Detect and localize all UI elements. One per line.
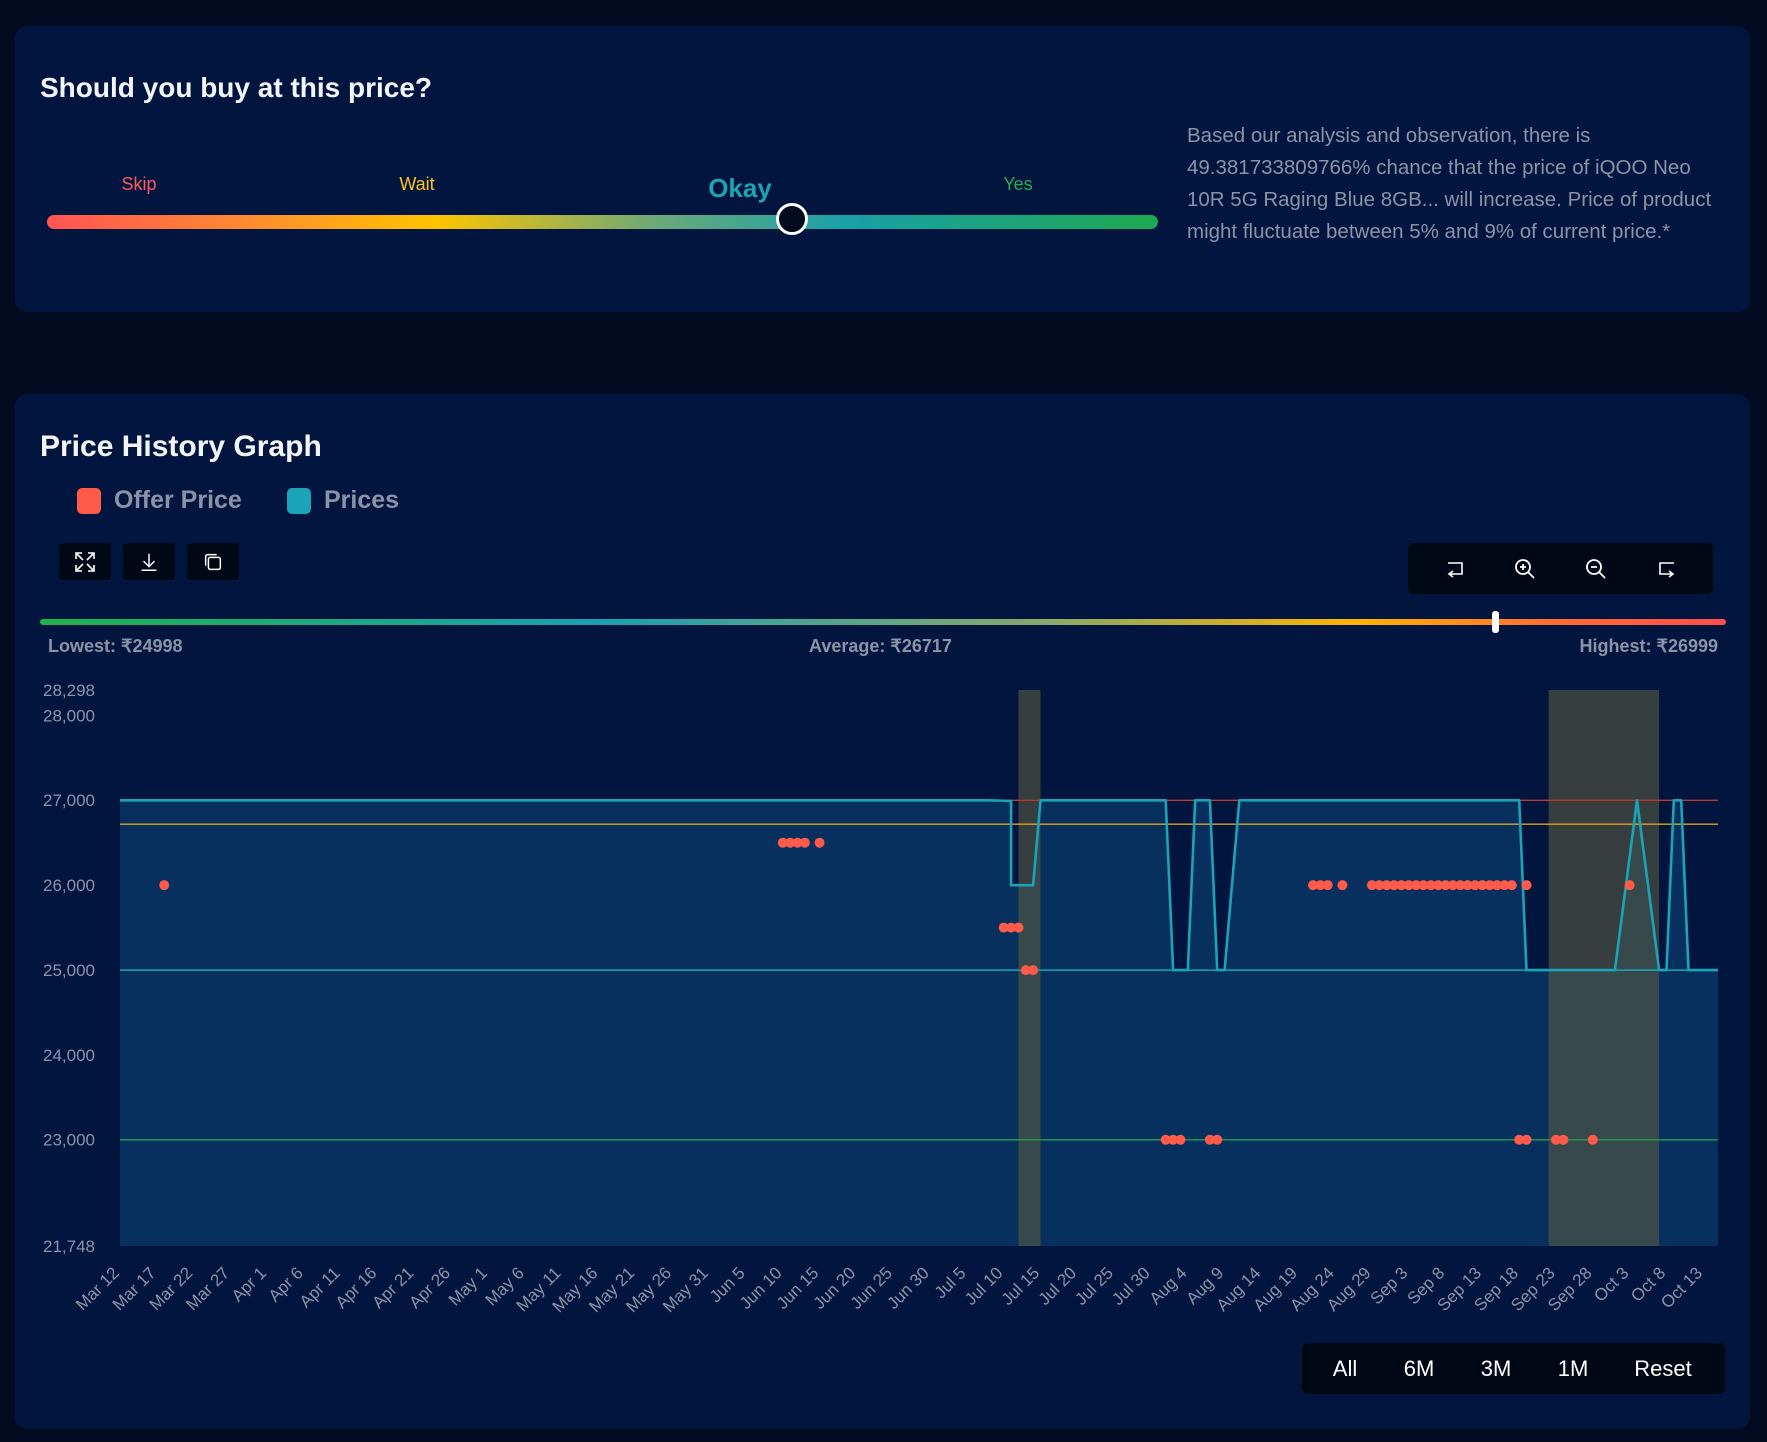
offer-price-point [814,837,825,848]
period-6m-button[interactable]: 6M [1404,1343,1435,1394]
offer-price-point [1506,880,1517,891]
highlight-band-1 [1548,690,1660,1246]
offer-price-point [1521,1134,1532,1145]
x-tick-label: Jul 30 [1108,1263,1154,1309]
x-tick-label: Apr 26 [405,1263,454,1312]
x-tick-label: Jul 20 [1035,1263,1081,1309]
period-all-button[interactable]: All [1333,1343,1357,1394]
y-tick-label: 23,000 [43,1131,95,1150]
offer-price-point [1337,880,1348,891]
price-history-card: Price History Graph Offer Price Prices L… [15,394,1750,1429]
period-1m-button[interactable]: 1M [1558,1343,1589,1394]
x-tick-label: Aug 4 [1146,1263,1191,1308]
period-3m-button[interactable]: 3M [1481,1343,1512,1394]
y-tick-label: 25,000 [43,961,95,980]
offer-price-point [1521,880,1532,891]
price-history-chart[interactable]: 21,748 23,000 24,000 25,000 26,000 27,000 28,0… [15,394,1750,1339]
offer-price-point [1175,1134,1186,1145]
offer-price-point [159,880,170,891]
y-tick-label: 28,000 [43,706,95,725]
period-selector: All 6M 3M 1M Reset [1302,1343,1725,1394]
offer-price-point [1587,1134,1598,1145]
x-tick-label: Jul 25 [1071,1263,1117,1309]
verdict-slider-knob[interactable] [776,203,808,235]
y-tick-label: 27,000 [43,791,95,810]
offer-price-point [1212,1134,1223,1145]
verdict-description: Based our analysis and observation, ther… [1187,124,1712,243]
period-reset-button[interactable]: Reset [1634,1343,1691,1394]
x-tick-label: Sep 3 [1367,1263,1412,1308]
x-tick-label: Apr 1 [228,1263,270,1305]
offer-price-point [1028,965,1039,976]
offer-price-point [799,837,810,848]
x-tick-label: Jul 15 [998,1263,1044,1309]
x-tick-label: Oct 13 [1657,1263,1706,1312]
prices-area [120,800,1718,1246]
verdict-label-skip: Skip [121,174,157,194]
y-tick-label: 21,748 [43,1237,95,1256]
offer-price-point [1558,1134,1569,1145]
verdict-label-wait: Wait [399,174,435,194]
buy-verdict-title: Should you buy at this price? [40,72,433,103]
buy-verdict-card: Should you buy at this price? Skip Wait … [15,26,1750,312]
x-tick-label: Oct 3 [1590,1263,1632,1305]
offer-price-point [1624,880,1635,891]
x-tick-label: May 1 [445,1263,491,1309]
offer-price-point [1013,922,1024,933]
verdict-label-okay: Okay [708,173,772,203]
x-tick-label: Jul 10 [961,1263,1007,1309]
x-tick-label: Jun 30 [883,1263,933,1313]
y-tick-label: 24,000 [43,1046,95,1065]
y-tick-label: 26,000 [43,876,95,895]
verdict-label-yes: Yes [1003,174,1033,194]
offer-price-point [1322,880,1333,891]
y-tick-label: 28,298 [43,681,95,700]
verdict-gradient-bar [47,215,1158,229]
